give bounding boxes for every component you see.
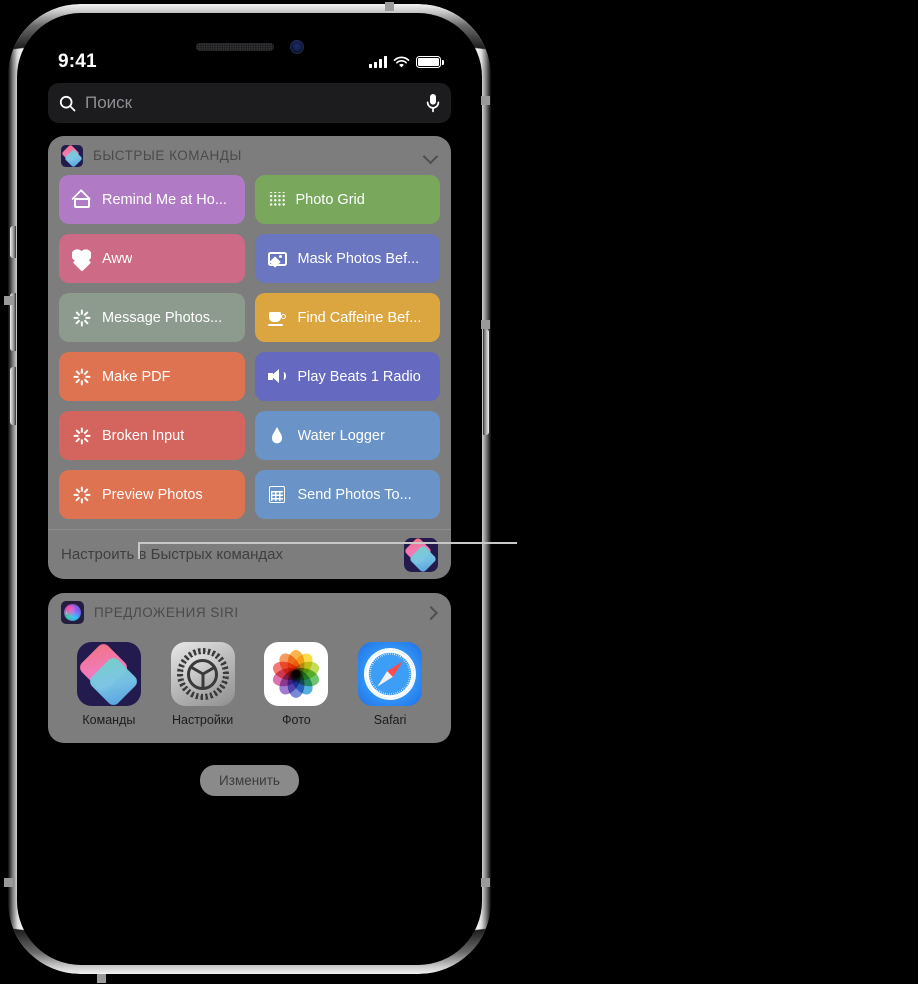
silent-switch[interactable]	[10, 226, 16, 258]
power-button[interactable]	[483, 329, 489, 435]
canvas: 9:41 Поиск БЫСТРЫЕ КОМАНДЫ Remind Me at …	[0, 0, 918, 984]
battery-icon	[416, 56, 444, 68]
selection-handle[interactable]	[4, 296, 13, 305]
sparkle-burst-icon	[72, 426, 91, 445]
siri-suggested-app[interactable]: Команды	[70, 642, 148, 727]
shortcut-tile[interactable]: Preview Photos	[59, 470, 245, 519]
shortcut-tile-label: Aww	[102, 250, 133, 267]
siri-app-label: Фото	[282, 713, 311, 727]
siri-widget-title: ПРЕДЛОЖЕНИЯ SIRI	[94, 605, 239, 620]
shortcuts-widget-title: БЫСТРЫЕ КОМАНДЫ	[93, 148, 242, 163]
shortcut-tile-label: Photo Grid	[295, 191, 365, 208]
shortcut-tile[interactable]: Broken Input	[59, 411, 245, 460]
cellular-signal-icon	[369, 56, 387, 68]
grid-dots-icon	[267, 192, 285, 207]
siri-suggested-app[interactable]: Safari	[351, 642, 429, 727]
selection-handle[interactable]	[481, 878, 490, 887]
siri-suggested-app[interactable]: Фото	[257, 642, 335, 727]
status-indicators	[369, 55, 444, 69]
device-screen: 9:41 Поиск БЫСТРЫЕ КОМАНДЫ Remind Me at …	[30, 25, 469, 953]
siri-app-label: Команды	[82, 713, 136, 727]
shortcut-tile-label: Preview Photos	[102, 486, 203, 503]
search-icon	[59, 95, 76, 111]
sparkle-burst-icon	[72, 308, 91, 327]
iphone-device-frame: 9:41 Поиск БЫСТРЫЕ КОМАНДЫ Remind Me at …	[8, 4, 491, 974]
siri-orb-icon	[61, 601, 84, 624]
shortcuts-tile-grid: Remind Me at Ho... Photo Grid Aww Mask Phot…	[48, 175, 451, 524]
shortcuts-app-icon	[61, 144, 83, 167]
house-icon	[72, 190, 91, 209]
volume-down-button[interactable]	[10, 367, 16, 425]
shortcut-tile[interactable]: Remind Me at Ho...	[59, 175, 245, 224]
shortcut-tile[interactable]: Find Caffeine Bef...	[254, 293, 440, 342]
shortcut-tile[interactable]: Send Photos To...	[254, 470, 440, 519]
shortcuts-widget-header[interactable]: БЫСТРЫЕ КОМАНДЫ	[48, 136, 451, 175]
shortcuts-app-icon[interactable]	[76, 642, 141, 706]
selection-handle[interactable]	[481, 96, 490, 105]
shortcut-tile[interactable]: Photo Grid	[254, 175, 440, 224]
shortcut-tile-label: Message Photos...	[102, 309, 223, 326]
table-grid-icon	[268, 485, 287, 504]
microphone-icon[interactable]	[426, 93, 440, 113]
photo-icon	[267, 249, 287, 268]
safari-compass-icon[interactable]	[358, 642, 423, 706]
search-input-placeholder[interactable]: Поиск	[85, 93, 417, 113]
shortcut-tile-label: Remind Me at Ho...	[102, 191, 227, 208]
shortcut-tile[interactable]: Water Logger	[254, 411, 440, 460]
siri-suggestions-widget: ПРЕДЛОЖЕНИЯ SIRI Команды Настройки Фото Saf…	[48, 593, 451, 743]
shortcut-tile-label: Water Logger	[297, 427, 385, 444]
speaker-grille-icon	[195, 43, 274, 51]
shortcut-tile-label: Mask Photos Bef...	[297, 250, 420, 267]
sparkle-burst-icon	[72, 367, 91, 386]
sparkle-burst-icon	[72, 485, 91, 504]
chevron-right-icon[interactable]	[424, 605, 438, 621]
shortcut-tile-label: Make PDF	[102, 368, 171, 385]
heart-icon	[72, 249, 91, 268]
shortcuts-footer-label: Настроить в Быстрых командах	[61, 546, 283, 563]
status-time: 9:41	[58, 51, 97, 72]
edit-button[interactable]: Изменить	[200, 765, 299, 796]
siri-app-label: Safari	[373, 713, 407, 727]
shortcut-tile-label: Broken Input	[102, 427, 185, 444]
dynamic-island	[195, 40, 304, 54]
home-screen-content: Поиск БЫСТРЫЕ КОМАНДЫ Remind Me at Ho...…	[30, 83, 469, 953]
speaker-icon	[267, 367, 287, 386]
selection-handle[interactable]	[481, 320, 490, 329]
shortcut-tile[interactable]: Play Beats 1 Radio	[254, 352, 440, 401]
selection-handle[interactable]	[385, 2, 394, 11]
selection-handle[interactable]	[97, 974, 106, 983]
edit-button-container: Изменить	[48, 765, 451, 796]
shortcuts-widget-footer[interactable]: Настроить в Быстрых командах	[48, 529, 451, 579]
shortcut-tile[interactable]: Aww	[59, 234, 245, 283]
siri-app-label: Настройки	[171, 713, 234, 727]
wifi-icon	[393, 55, 410, 67]
shortcut-tile-label: Send Photos To...	[297, 486, 412, 503]
shortcut-tile-label: Play Beats 1 Radio	[297, 368, 421, 385]
search-bar[interactable]: Поиск	[48, 83, 451, 123]
settings-gear-icon[interactable]	[170, 642, 235, 706]
shortcut-tile[interactable]: Message Photos...	[59, 293, 245, 342]
shortcut-tile[interactable]: Make PDF	[59, 352, 245, 401]
shortcuts-widget: БЫСТРЫЕ КОМАНДЫ Remind Me at Ho... Photo …	[48, 136, 451, 579]
coffee-cup-icon	[267, 308, 287, 327]
front-camera-lens-icon	[289, 40, 304, 54]
selection-handle[interactable]	[4, 878, 13, 887]
siri-suggested-app[interactable]: Настройки	[164, 642, 242, 727]
siri-widget-header[interactable]: ПРЕДЛОЖЕНИЯ SIRI	[48, 593, 451, 632]
siri-app-suggestions: Команды Настройки Фото Safari	[48, 632, 451, 743]
shortcut-tile[interactable]: Mask Photos Bef...	[254, 234, 440, 283]
water-drop-icon	[268, 426, 287, 445]
shortcuts-app-icon[interactable]	[404, 537, 438, 572]
photos-app-icon[interactable]	[264, 642, 329, 706]
shortcut-tile-label: Find Caffeine Bef...	[297, 309, 422, 326]
chevron-down-icon[interactable]	[424, 149, 438, 163]
